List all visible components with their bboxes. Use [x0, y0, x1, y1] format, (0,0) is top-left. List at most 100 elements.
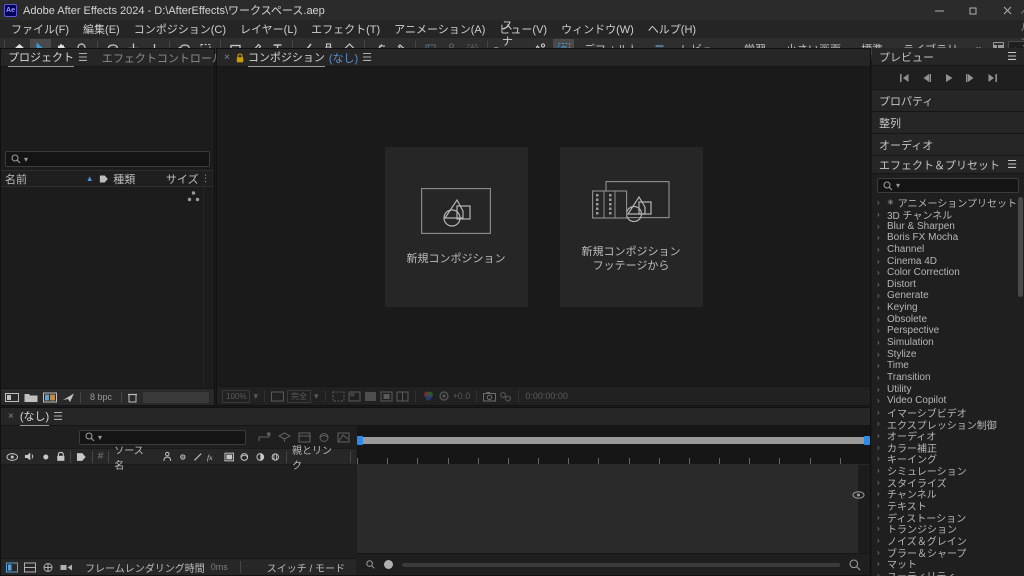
- timeline-layer-list[interactable]: [1, 483, 356, 557]
- tab-timeline[interactable]: × (なし) ☰: [1, 408, 70, 426]
- column-header-name[interactable]: 名前: [5, 171, 86, 187]
- chevron-right-icon[interactable]: ›: [877, 280, 883, 289]
- magnification-chevron-icon[interactable]: ▾: [253, 391, 258, 402]
- menu-effect[interactable]: エフェクト(T): [304, 19, 387, 39]
- effects-category-row[interactable]: › ユーティリティ: [872, 570, 1024, 576]
- timeline-search-input[interactable]: ▾: [79, 429, 246, 445]
- effects-category-row[interactable]: › Keying: [872, 302, 1024, 314]
- chevron-right-icon[interactable]: ›: [877, 559, 883, 568]
- chevron-right-icon[interactable]: ›: [877, 245, 883, 254]
- project-panel-menu-icon[interactable]: ☰: [78, 51, 88, 64]
- delete-icon[interactable]: [127, 392, 138, 403]
- menu-composition[interactable]: コンポジション(C): [127, 19, 233, 39]
- resolution-selector[interactable]: 完全: [287, 389, 311, 403]
- panel-audio[interactable]: オーディオ: [872, 134, 1024, 156]
- project-item-list[interactable]: [1, 187, 214, 397]
- zoom-track[interactable]: [363, 437, 864, 444]
- effects-category-row[interactable]: › Blur & Sharpen: [872, 220, 1024, 232]
- label-color-icon[interactable]: [76, 452, 87, 462]
- frame-blend-switch-icon[interactable]: [224, 452, 235, 462]
- chevron-right-icon[interactable]: ›: [877, 315, 883, 324]
- chevron-right-icon[interactable]: ›: [877, 385, 883, 394]
- menu-window[interactable]: ウィンドウ(W): [554, 19, 641, 39]
- sort-ascending-icon[interactable]: ▲: [86, 174, 94, 183]
- lock-layer-icon[interactable]: [56, 451, 66, 462]
- effects-category-row[interactable]: › Utility: [872, 383, 1024, 395]
- motion-blur-icon[interactable]: [318, 432, 330, 443]
- exposure-icon[interactable]: [438, 390, 450, 402]
- solo-icon[interactable]: [41, 452, 51, 462]
- collapse-switch-icon[interactable]: [178, 452, 188, 462]
- first-frame-icon[interactable]: [899, 73, 910, 83]
- composition-timecode[interactable]: 0:00:00:00: [525, 391, 568, 401]
- last-frame-icon[interactable]: [987, 73, 998, 83]
- grid-guides-icon[interactable]: [380, 391, 393, 402]
- effects-category-row[interactable]: › Distort: [872, 278, 1024, 290]
- chevron-right-icon[interactable]: ›: [877, 291, 883, 300]
- chevron-right-icon[interactable]: ›: [877, 257, 883, 266]
- effects-presets-menu-icon[interactable]: ☰: [1007, 158, 1017, 171]
- tab-close-icon[interactable]: ×: [8, 411, 14, 422]
- panel-align[interactable]: 整列: [872, 112, 1024, 134]
- effects-switch-icon[interactable]: fx: [207, 452, 219, 462]
- menu-file[interactable]: ファイル(F): [4, 19, 76, 39]
- chevron-right-icon[interactable]: ›: [877, 454, 883, 463]
- new-folder-icon[interactable]: [24, 392, 38, 403]
- timeline-zoom-slider-track[interactable]: [402, 562, 840, 567]
- effects-category-row[interactable]: › Boris FX Mocha: [872, 232, 1024, 244]
- adjustment-switch-icon[interactable]: [255, 452, 266, 462]
- exposure-value[interactable]: +0.0: [453, 391, 471, 401]
- column-header-index[interactable]: #: [98, 451, 104, 462]
- column-header-source-name[interactable]: ソース名: [114, 442, 152, 472]
- region-of-interest-icon[interactable]: [332, 391, 345, 402]
- zoom-in-icon[interactable]: [849, 558, 861, 571]
- effects-category-list[interactable]: › ✳ アニメーションプリセット › 3D チャンネル › Blur & Sharpen › B…: [872, 197, 1024, 576]
- toggle-switches-modes-icon[interactable]: [6, 562, 18, 573]
- chevron-right-icon[interactable]: ›: [877, 222, 883, 231]
- channel-color-icon[interactable]: [422, 390, 435, 402]
- new-composition-icon[interactable]: [43, 392, 57, 403]
- resolution-chevron-icon[interactable]: ▾: [314, 391, 319, 402]
- lock-icon[interactable]: [236, 52, 244, 63]
- draft-3d-icon[interactable]: [278, 431, 291, 443]
- title-action-safe-icon[interactable]: [364, 391, 377, 402]
- brainstorm-icon[interactable]: [60, 562, 73, 573]
- switches-modes-button[interactable]: スイッチ / モード: [267, 560, 345, 575]
- timeline-horizontal-scrollbar[interactable]: [357, 553, 870, 575]
- effects-category-row[interactable]: › Channel: [872, 244, 1024, 256]
- eye-visibility-icon[interactable]: [6, 452, 19, 462]
- restore-button[interactable]: [956, 0, 990, 20]
- chevron-right-icon[interactable]: ›: [877, 548, 883, 557]
- menu-animation[interactable]: アニメーション(A): [387, 19, 492, 39]
- play-icon[interactable]: [943, 73, 954, 83]
- column-header-size[interactable]: サイズ: [166, 171, 201, 187]
- timeline-zoom-bar[interactable]: [357, 436, 870, 445]
- chevron-right-icon[interactable]: ›: [877, 396, 883, 405]
- 3d-layer-switch-icon[interactable]: [270, 452, 281, 462]
- magnification-selector[interactable]: 100%: [222, 389, 251, 403]
- timeline-panel-menu-icon[interactable]: ☰: [53, 410, 63, 423]
- chevron-right-icon[interactable]: ›: [877, 419, 883, 428]
- effects-category-row[interactable]: › Perspective: [872, 325, 1024, 337]
- effects-category-row[interactable]: › Color Correction: [872, 267, 1024, 279]
- menu-edit[interactable]: 編集(E): [76, 19, 127, 39]
- quality-switch-icon[interactable]: [193, 452, 203, 462]
- effects-category-row[interactable]: › Generate: [872, 290, 1024, 302]
- show-snapshot-icon[interactable]: [499, 391, 512, 402]
- project-scrollbar[interactable]: [203, 187, 214, 397]
- chevron-right-icon[interactable]: ›: [877, 233, 883, 242]
- composition-mini-flowchart-icon[interactable]: [258, 432, 271, 443]
- chevron-right-icon[interactable]: ›: [877, 513, 883, 522]
- chevron-right-icon[interactable]: ›: [877, 536, 883, 545]
- tab-close-icon[interactable]: ×: [224, 52, 230, 63]
- effects-category-row[interactable]: › Simulation: [872, 337, 1024, 349]
- chevron-right-icon[interactable]: ›: [877, 501, 883, 510]
- chevron-right-icon[interactable]: ›: [877, 571, 883, 576]
- chevron-right-icon[interactable]: ›: [877, 338, 883, 347]
- effects-category-row[interactable]: › Time: [872, 360, 1024, 372]
- zoom-out-icon[interactable]: [366, 560, 375, 569]
- effects-category-row[interactable]: › Cinema 4D: [872, 255, 1024, 267]
- column-header-kind[interactable]: 種類: [113, 171, 166, 187]
- chevron-right-icon[interactable]: ›: [877, 326, 883, 335]
- effects-category-row[interactable]: › 3D チャンネル: [872, 209, 1024, 222]
